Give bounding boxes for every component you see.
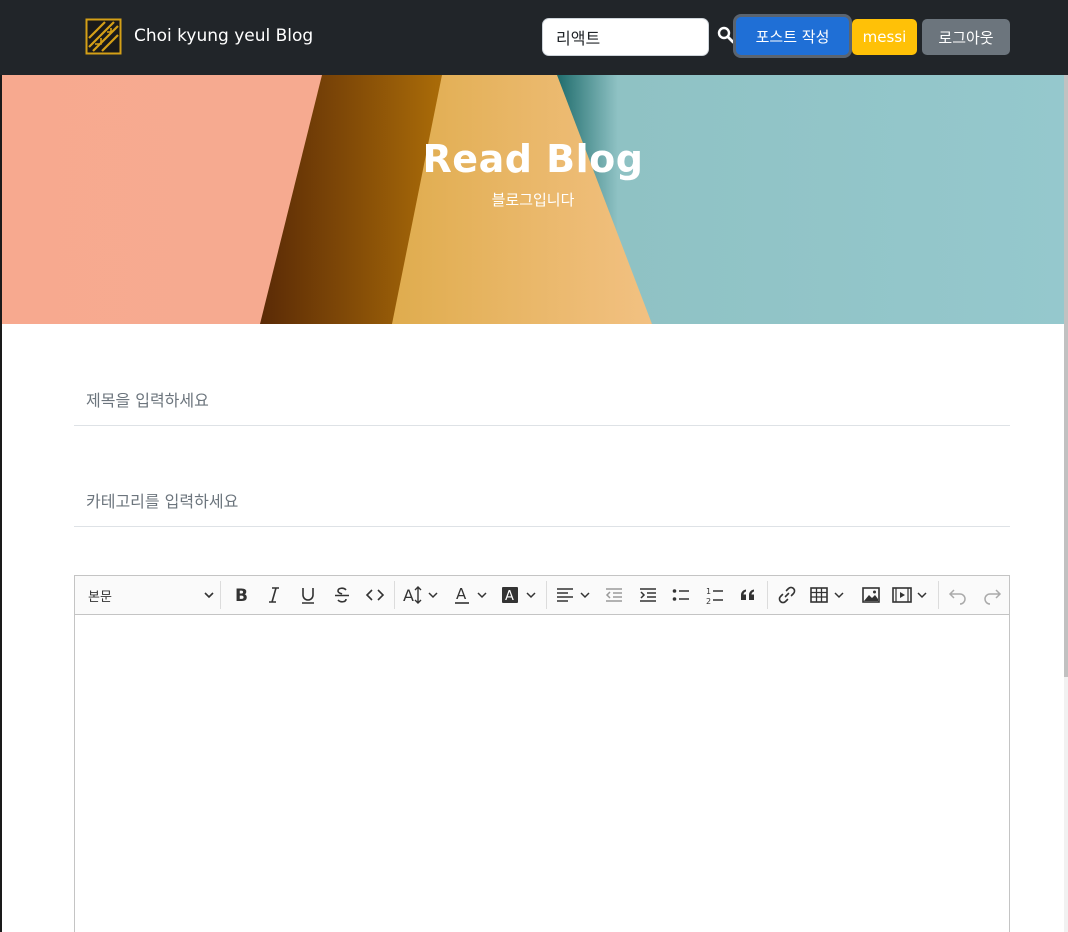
- svg-text:A: A: [456, 585, 467, 603]
- toolbar-divider: [546, 581, 547, 609]
- hero-title: Read Blog: [422, 137, 644, 181]
- svg-text:A: A: [403, 586, 414, 605]
- numbered-list-icon: 1 2: [706, 587, 723, 605]
- indent-icon: [640, 588, 656, 602]
- scrollbar-thumb[interactable]: [1064, 75, 1068, 677]
- search-icon[interactable]: [717, 26, 735, 44]
- highlight-icon: A: [502, 587, 536, 604]
- bold-icon: B: [235, 586, 248, 605]
- font-color-icon: A: [455, 585, 487, 604]
- undo-button[interactable]: [946, 583, 970, 607]
- heading-dropdown[interactable]: 본문: [81, 583, 215, 607]
- write-post-button[interactable]: 포스트 작성: [736, 17, 849, 55]
- heading-dropdown-label: 본문: [88, 589, 112, 605]
- rich-text-editor: 본문 B A A A 1 2: [74, 575, 1010, 932]
- media-icon: [892, 587, 927, 603]
- hero-subtitle: 블로그입니다: [491, 191, 575, 209]
- title-input[interactable]: [74, 376, 1010, 426]
- highlight-dropdown[interactable]: A: [501, 583, 541, 607]
- code-button[interactable]: [363, 583, 387, 607]
- brand-logo-icon: [85, 18, 122, 54]
- svg-text:A: A: [505, 589, 514, 604]
- blockquote-icon: [741, 589, 754, 600]
- strikethrough-icon: [335, 587, 349, 603]
- hero-banner: Read Blog 블로그입니다: [2, 75, 1064, 324]
- toolbar-divider: [767, 581, 768, 609]
- image-icon: [862, 587, 880, 603]
- insert-image-button[interactable]: [859, 583, 883, 607]
- brand-title: Choi kyung yeul Blog: [134, 26, 314, 46]
- table-icon: [810, 587, 844, 603]
- svg-text:1: 1: [706, 587, 711, 596]
- blockquote-button[interactable]: [736, 583, 760, 607]
- font-size-icon: A: [403, 586, 438, 605]
- user-button[interactable]: messi: [852, 19, 917, 55]
- table-dropdown[interactable]: [809, 583, 849, 607]
- bold-button[interactable]: B: [229, 583, 253, 607]
- category-input[interactable]: [74, 477, 1010, 527]
- link-button[interactable]: [775, 583, 799, 607]
- strikethrough-button[interactable]: [330, 583, 354, 607]
- redo-icon: [984, 589, 1002, 605]
- bulleted-list-button[interactable]: [669, 583, 693, 607]
- code-icon: [365, 589, 385, 601]
- editor-content-area[interactable]: [75, 615, 1009, 932]
- redo-button[interactable]: [980, 583, 1004, 607]
- outdent-button[interactable]: [602, 583, 626, 607]
- underline-button[interactable]: [296, 583, 320, 607]
- underline-icon: [302, 588, 314, 604]
- svg-text:B: B: [235, 586, 248, 605]
- toolbar-divider: [394, 581, 395, 609]
- italic-icon: [269, 587, 279, 603]
- indent-button[interactable]: [636, 583, 660, 607]
- font-size-dropdown[interactable]: A: [402, 583, 442, 607]
- align-dropdown[interactable]: [554, 583, 594, 607]
- search-input[interactable]: [542, 18, 709, 56]
- outdent-icon: [605, 588, 622, 602]
- logout-button[interactable]: 로그아웃: [922, 19, 1010, 55]
- undo-icon: [948, 589, 966, 605]
- svg-text:2: 2: [706, 597, 711, 605]
- chevron-down-icon: [204, 592, 214, 599]
- page-scrollbar[interactable]: [1064, 75, 1068, 932]
- align-icon: [557, 588, 590, 602]
- italic-button[interactable]: [262, 583, 286, 607]
- editor-toolbar: 본문 B A A A 1 2: [75, 576, 1009, 615]
- link-icon: [778, 586, 796, 604]
- toolbar-divider: [938, 581, 939, 609]
- navbar: Choi kyung yeul Blog 포스트 작성 messi 로그아웃: [0, 0, 1068, 75]
- brand-link[interactable]: Choi kyung yeul Blog: [85, 17, 313, 55]
- toolbar-divider: [220, 581, 221, 609]
- font-color-dropdown[interactable]: A: [452, 583, 492, 607]
- bulleted-list-icon: [672, 589, 689, 601]
- media-dropdown[interactable]: [891, 583, 931, 607]
- numbered-list-button[interactable]: 1 2: [703, 583, 727, 607]
